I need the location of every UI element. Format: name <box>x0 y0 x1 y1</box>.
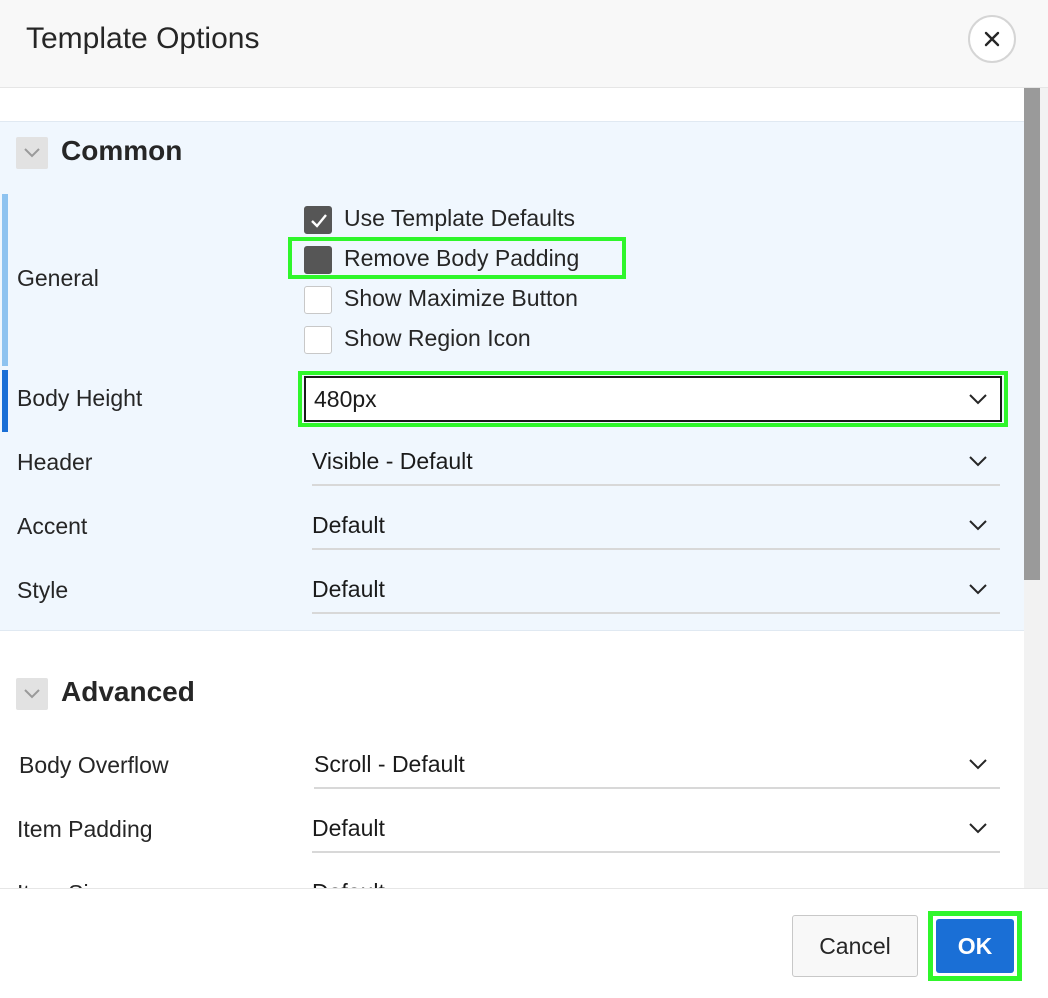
section-title-common: Common <box>61 135 183 166</box>
chevron-down-icon <box>969 584 987 595</box>
general-label: General <box>17 265 99 291</box>
accent-select[interactable]: Default <box>312 504 1000 550</box>
header-value: Visible - Default <box>312 448 473 474</box>
highlight-remove-body-padding <box>288 237 626 279</box>
header-label: Header <box>17 449 93 475</box>
dialog-titlebar: Template Options <box>0 0 1048 88</box>
checkbox-label: Show Region Icon <box>344 325 531 351</box>
item-padding-select[interactable]: Default <box>312 807 1000 853</box>
dialog-title: Template Options <box>26 22 260 55</box>
section-title-advanced: Advanced <box>61 676 195 707</box>
collapse-common-button[interactable] <box>16 137 48 169</box>
dialog-body: Common General Use Template Defaults Rem… <box>0 88 1048 888</box>
chevron-down-icon <box>969 759 987 770</box>
accent-label: Accent <box>17 513 88 539</box>
cancel-button[interactable]: Cancel <box>792 915 918 977</box>
section-common: Common General Use Template Defaults Rem… <box>0 121 1024 631</box>
item-size-select[interactable]: Default <box>312 871 1000 888</box>
close-icon <box>984 31 1000 47</box>
body-overflow-value: Scroll - Default <box>314 751 465 777</box>
item-size-label: Item Size <box>17 880 113 888</box>
body-overflow-label: Body Overflow <box>19 752 169 778</box>
item-size-value: Default <box>312 879 385 888</box>
section-advanced: Advanced Body Overflow Scroll - Default … <box>0 632 1024 888</box>
body-height-label: Body Height <box>17 385 143 411</box>
checkbox-box[interactable] <box>304 326 332 354</box>
checkbox-label: Use Template Defaults <box>344 205 575 231</box>
check-icon <box>311 214 327 228</box>
header-select[interactable]: Visible - Default <box>312 440 1000 486</box>
dialog-footer: Cancel OK <box>0 888 1048 998</box>
checkbox-box[interactable] <box>304 286 332 314</box>
highlight-body-height <box>298 371 1008 427</box>
scrollbar-thumb[interactable] <box>1024 88 1040 580</box>
body-overflow-select[interactable]: Scroll - Default <box>314 743 1000 789</box>
accent-value: Default <box>312 512 385 538</box>
chevron-down-icon <box>24 689 40 699</box>
item-padding-label: Item Padding <box>17 816 153 842</box>
highlight-ok-button: OK <box>928 911 1022 981</box>
collapse-advanced-button[interactable] <box>16 678 48 710</box>
body-height-row-indicator <box>2 370 8 432</box>
ok-button[interactable]: OK <box>936 919 1014 973</box>
general-row-indicator <box>2 194 8 366</box>
close-button[interactable] <box>968 15 1016 63</box>
style-value: Default <box>312 576 385 602</box>
style-label: Style <box>17 577 69 603</box>
chevron-down-icon <box>969 456 987 467</box>
checkbox-box[interactable] <box>304 206 332 234</box>
chevron-down-icon <box>969 823 987 834</box>
checkbox-label: Show Maximize Button <box>344 285 578 311</box>
style-select[interactable]: Default <box>312 568 1000 614</box>
chevron-down-icon <box>969 520 987 531</box>
item-padding-value: Default <box>312 815 385 841</box>
chevron-down-icon <box>24 148 40 158</box>
